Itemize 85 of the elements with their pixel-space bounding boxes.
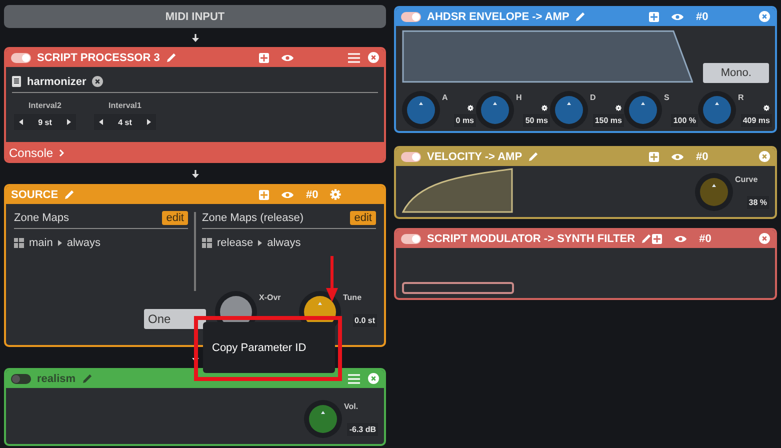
voice-count: #0 [306,188,318,200]
pencil-icon[interactable] [64,189,76,200]
panel-title: Zone Maps [14,212,70,224]
remove-icon[interactable] [92,76,104,87]
pencil-icon[interactable] [82,373,93,384]
annotation-arrow [326,256,338,302]
chevron-icon[interactable] [59,148,64,156]
toggle-switch[interactable] [401,12,421,22]
increment-icon[interactable] [66,119,71,125]
value-stepper[interactable]: 4 st [94,114,156,130]
gear-icon[interactable] [613,105,624,111]
gear-icon[interactable] [465,105,476,111]
knob-label: A [442,93,448,102]
knob-label: S [664,93,670,102]
script-name: harmonizer [27,76,86,88]
pencil-icon[interactable] [166,52,177,63]
knob-label: Vol. [344,402,358,411]
eye-icon[interactable] [281,54,294,62]
toggle-switch[interactable] [11,52,31,62]
knob-label: D [590,93,596,102]
toggle-switch[interactable] [11,374,31,384]
down-arrow-icon [192,34,198,42]
console-label[interactable]: Console [9,146,54,160]
mode-button[interactable]: One [144,309,206,329]
module-title: AHDSR ENVELOPE -> AMP [427,10,570,22]
close-icon[interactable] [759,11,770,22]
gear-icon[interactable] [761,105,772,111]
knob-value: 38 % [746,196,769,208]
knob-value: 100 % [671,114,698,127]
pencil-icon[interactable] [528,151,540,162]
eye-icon[interactable] [671,12,684,20]
toggle-switch[interactable] [401,234,421,244]
parameter-label: Interval1 [108,101,142,110]
pencil-icon[interactable] [575,11,586,22]
mono-button[interactable]: Mono. [703,63,769,83]
module-title: realism [37,372,76,384]
knob[interactable] [304,400,342,438]
module-title: SCRIPT PROCESSOR 3 [37,52,160,64]
zone-condition[interactable]: always [66,237,100,249]
knob-value: 0 ms [454,114,476,127]
knob-label: R [738,93,744,102]
module-title: VELOCITY -> AMP [427,150,522,162]
eye-icon[interactable] [671,152,684,160]
document-icon [12,76,21,87]
increment-icon[interactable] [146,119,151,125]
menu-icon[interactable] [348,374,360,384]
knob-label: Tune [343,293,362,302]
pencil-icon[interactable] [641,233,652,244]
close-icon[interactable] [368,373,379,384]
eye-icon[interactable] [281,190,294,198]
voice-count: #0 [699,232,712,244]
parameter-label: Interval2 [28,101,62,110]
gear-icon[interactable] [539,105,550,111]
knob-value: 50 ms [523,114,550,127]
module-title: SOURCE [11,188,58,200]
knob-value: 409 ms [740,114,772,127]
voice-count: #0 [696,150,708,162]
close-icon[interactable] [759,151,770,162]
knob-value: 0.0 st [352,314,377,327]
down-arrow-icon [192,170,198,178]
knob-value: -6.3 dB [347,423,378,436]
knob-value: 150 ms [592,114,624,127]
decrement-icon[interactable] [99,119,103,125]
knob-label: H [516,93,522,102]
toggle-switch[interactable] [401,152,421,162]
edit-button[interactable]: edit [350,211,376,225]
zone-name[interactable]: release [217,237,254,249]
zone-name[interactable]: main [29,237,53,249]
menu-icon[interactable] [348,52,360,62]
zone-condition[interactable]: always [267,237,301,249]
close-icon[interactable] [759,233,770,244]
midi-input-bar: MIDI INPUT [4,5,386,28]
play-icon [58,240,62,246]
play-icon [258,240,262,246]
decrement-icon[interactable] [19,119,23,125]
close-icon[interactable] [368,52,379,63]
menu-item[interactable]: Copy Parameter ID [212,342,306,354]
value-stepper[interactable]: 9 st [14,114,76,130]
panel-title: Zone Maps (release) [202,212,304,224]
eye-icon[interactable] [674,234,688,242]
edit-button[interactable]: edit [162,211,188,225]
knob-label: Curve [735,174,758,184]
voice-count: #0 [696,10,708,22]
module-title: SCRIPT MODULATOR -> SYNTH FILTER [427,232,636,244]
knob-label: X-Ovr [259,293,281,302]
